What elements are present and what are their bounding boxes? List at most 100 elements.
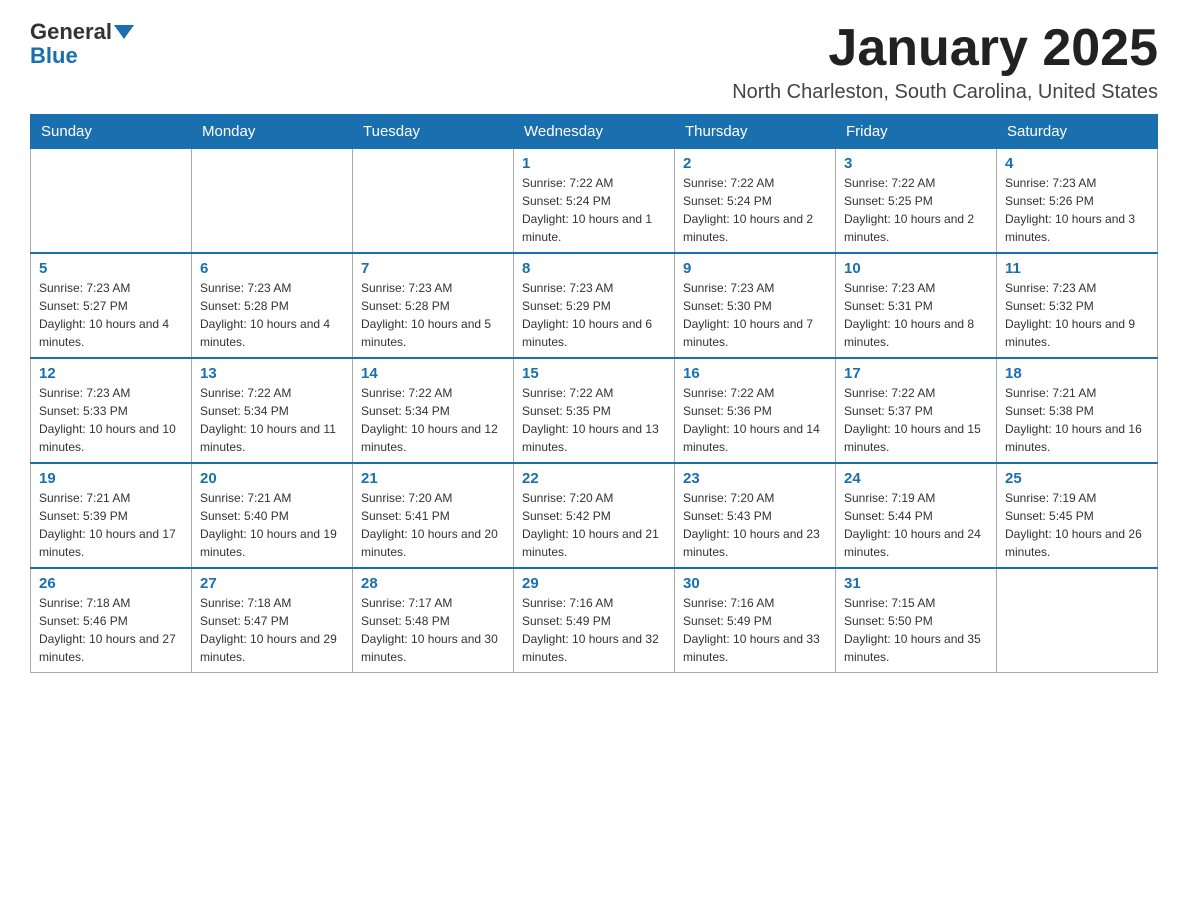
day-info: Sunrise: 7:20 AMSunset: 5:42 PMDaylight:… [522, 491, 659, 559]
table-row: 30 Sunrise: 7:16 AMSunset: 5:49 PMDaylig… [675, 568, 836, 673]
table-row: 12 Sunrise: 7:23 AMSunset: 5:33 PMDaylig… [31, 358, 192, 463]
day-number: 8 [522, 260, 666, 277]
day-info: Sunrise: 7:21 AMSunset: 5:40 PMDaylight:… [200, 491, 337, 559]
table-row: 25 Sunrise: 7:19 AMSunset: 5:45 PMDaylig… [997, 463, 1158, 568]
table-row: 1 Sunrise: 7:22 AMSunset: 5:24 PMDayligh… [514, 149, 675, 254]
table-row: 17 Sunrise: 7:22 AMSunset: 5:37 PMDaylig… [836, 358, 997, 463]
header-wednesday: Wednesday [514, 115, 675, 149]
day-number: 17 [844, 365, 988, 382]
table-row: 29 Sunrise: 7:16 AMSunset: 5:49 PMDaylig… [514, 568, 675, 673]
table-row: 9 Sunrise: 7:23 AMSunset: 5:30 PMDayligh… [675, 253, 836, 358]
table-row: 2 Sunrise: 7:22 AMSunset: 5:24 PMDayligh… [675, 149, 836, 254]
day-number: 12 [39, 365, 183, 382]
table-row: 31 Sunrise: 7:15 AMSunset: 5:50 PMDaylig… [836, 568, 997, 673]
day-info: Sunrise: 7:22 AMSunset: 5:24 PMDaylight:… [683, 176, 813, 244]
day-info: Sunrise: 7:16 AMSunset: 5:49 PMDaylight:… [522, 596, 659, 664]
logo-general-text: General [30, 20, 112, 44]
day-info: Sunrise: 7:23 AMSunset: 5:31 PMDaylight:… [844, 281, 974, 349]
table-row: 7 Sunrise: 7:23 AMSunset: 5:28 PMDayligh… [353, 253, 514, 358]
calendar-week-row: 5 Sunrise: 7:23 AMSunset: 5:27 PMDayligh… [31, 253, 1158, 358]
day-info: Sunrise: 7:17 AMSunset: 5:48 PMDaylight:… [361, 596, 498, 664]
day-info: Sunrise: 7:22 AMSunset: 5:36 PMDaylight:… [683, 386, 820, 454]
day-info: Sunrise: 7:19 AMSunset: 5:45 PMDaylight:… [1005, 491, 1142, 559]
day-number: 1 [522, 155, 666, 172]
day-info: Sunrise: 7:23 AMSunset: 5:33 PMDaylight:… [39, 386, 176, 454]
day-info: Sunrise: 7:22 AMSunset: 5:34 PMDaylight:… [361, 386, 498, 454]
table-row: 24 Sunrise: 7:19 AMSunset: 5:44 PMDaylig… [836, 463, 997, 568]
calendar-week-row: 26 Sunrise: 7:18 AMSunset: 5:46 PMDaylig… [31, 568, 1158, 673]
day-number: 5 [39, 260, 183, 277]
day-number: 13 [200, 365, 344, 382]
day-info: Sunrise: 7:23 AMSunset: 5:28 PMDaylight:… [361, 281, 491, 349]
day-info: Sunrise: 7:22 AMSunset: 5:25 PMDaylight:… [844, 176, 974, 244]
day-info: Sunrise: 7:23 AMSunset: 5:29 PMDaylight:… [522, 281, 652, 349]
header-thursday: Thursday [675, 115, 836, 149]
logo: General Blue [30, 20, 134, 68]
calendar-table: Sunday Monday Tuesday Wednesday Thursday… [30, 114, 1158, 673]
day-number: 20 [200, 470, 344, 487]
table-row: 4 Sunrise: 7:23 AMSunset: 5:26 PMDayligh… [997, 149, 1158, 254]
table-row: 21 Sunrise: 7:20 AMSunset: 5:41 PMDaylig… [353, 463, 514, 568]
day-number: 25 [1005, 470, 1149, 487]
day-number: 4 [1005, 155, 1149, 172]
logo-triangle-icon [114, 25, 134, 39]
table-row: 3 Sunrise: 7:22 AMSunset: 5:25 PMDayligh… [836, 149, 997, 254]
day-info: Sunrise: 7:15 AMSunset: 5:50 PMDaylight:… [844, 596, 981, 664]
table-row [997, 568, 1158, 673]
day-number: 31 [844, 575, 988, 592]
table-row: 20 Sunrise: 7:21 AMSunset: 5:40 PMDaylig… [192, 463, 353, 568]
day-number: 26 [39, 575, 183, 592]
day-number: 28 [361, 575, 505, 592]
day-info: Sunrise: 7:19 AMSunset: 5:44 PMDaylight:… [844, 491, 981, 559]
table-row: 6 Sunrise: 7:23 AMSunset: 5:28 PMDayligh… [192, 253, 353, 358]
header-sunday: Sunday [31, 115, 192, 149]
table-row: 15 Sunrise: 7:22 AMSunset: 5:35 PMDaylig… [514, 358, 675, 463]
day-info: Sunrise: 7:22 AMSunset: 5:34 PMDaylight:… [200, 386, 336, 454]
day-info: Sunrise: 7:21 AMSunset: 5:39 PMDaylight:… [39, 491, 176, 559]
day-info: Sunrise: 7:18 AMSunset: 5:46 PMDaylight:… [39, 596, 176, 664]
table-row: 14 Sunrise: 7:22 AMSunset: 5:34 PMDaylig… [353, 358, 514, 463]
day-info: Sunrise: 7:22 AMSunset: 5:35 PMDaylight:… [522, 386, 659, 454]
table-row: 16 Sunrise: 7:22 AMSunset: 5:36 PMDaylig… [675, 358, 836, 463]
table-row: 8 Sunrise: 7:23 AMSunset: 5:29 PMDayligh… [514, 253, 675, 358]
header-monday: Monday [192, 115, 353, 149]
day-number: 18 [1005, 365, 1149, 382]
weekday-header-row: Sunday Monday Tuesday Wednesday Thursday… [31, 115, 1158, 149]
day-info: Sunrise: 7:23 AMSunset: 5:32 PMDaylight:… [1005, 281, 1135, 349]
table-row: 19 Sunrise: 7:21 AMSunset: 5:39 PMDaylig… [31, 463, 192, 568]
day-info: Sunrise: 7:21 AMSunset: 5:38 PMDaylight:… [1005, 386, 1142, 454]
header-friday: Friday [836, 115, 997, 149]
day-number: 11 [1005, 260, 1149, 277]
table-row: 26 Sunrise: 7:18 AMSunset: 5:46 PMDaylig… [31, 568, 192, 673]
day-number: 21 [361, 470, 505, 487]
table-row: 18 Sunrise: 7:21 AMSunset: 5:38 PMDaylig… [997, 358, 1158, 463]
table-row: 13 Sunrise: 7:22 AMSunset: 5:34 PMDaylig… [192, 358, 353, 463]
calendar-week-row: 1 Sunrise: 7:22 AMSunset: 5:24 PMDayligh… [31, 149, 1158, 254]
day-info: Sunrise: 7:18 AMSunset: 5:47 PMDaylight:… [200, 596, 337, 664]
header-saturday: Saturday [997, 115, 1158, 149]
table-row: 28 Sunrise: 7:17 AMSunset: 5:48 PMDaylig… [353, 568, 514, 673]
day-number: 7 [361, 260, 505, 277]
day-number: 29 [522, 575, 666, 592]
day-number: 2 [683, 155, 827, 172]
day-info: Sunrise: 7:23 AMSunset: 5:27 PMDaylight:… [39, 281, 169, 349]
table-row: 27 Sunrise: 7:18 AMSunset: 5:47 PMDaylig… [192, 568, 353, 673]
day-number: 10 [844, 260, 988, 277]
day-number: 16 [683, 365, 827, 382]
logo-blue-text: Blue [30, 44, 78, 68]
day-info: Sunrise: 7:20 AMSunset: 5:41 PMDaylight:… [361, 491, 498, 559]
day-number: 9 [683, 260, 827, 277]
table-row: 23 Sunrise: 7:20 AMSunset: 5:43 PMDaylig… [675, 463, 836, 568]
day-number: 15 [522, 365, 666, 382]
calendar-week-row: 19 Sunrise: 7:21 AMSunset: 5:39 PMDaylig… [31, 463, 1158, 568]
day-number: 22 [522, 470, 666, 487]
day-number: 30 [683, 575, 827, 592]
title-area: January 2025 North Charleston, South Car… [732, 20, 1158, 104]
location-title: North Charleston, South Carolina, United… [732, 81, 1158, 104]
day-number: 14 [361, 365, 505, 382]
month-title: January 2025 [732, 20, 1158, 77]
day-info: Sunrise: 7:20 AMSunset: 5:43 PMDaylight:… [683, 491, 820, 559]
day-info: Sunrise: 7:23 AMSunset: 5:26 PMDaylight:… [1005, 176, 1135, 244]
day-info: Sunrise: 7:22 AMSunset: 5:24 PMDaylight:… [522, 176, 652, 244]
calendar-week-row: 12 Sunrise: 7:23 AMSunset: 5:33 PMDaylig… [31, 358, 1158, 463]
